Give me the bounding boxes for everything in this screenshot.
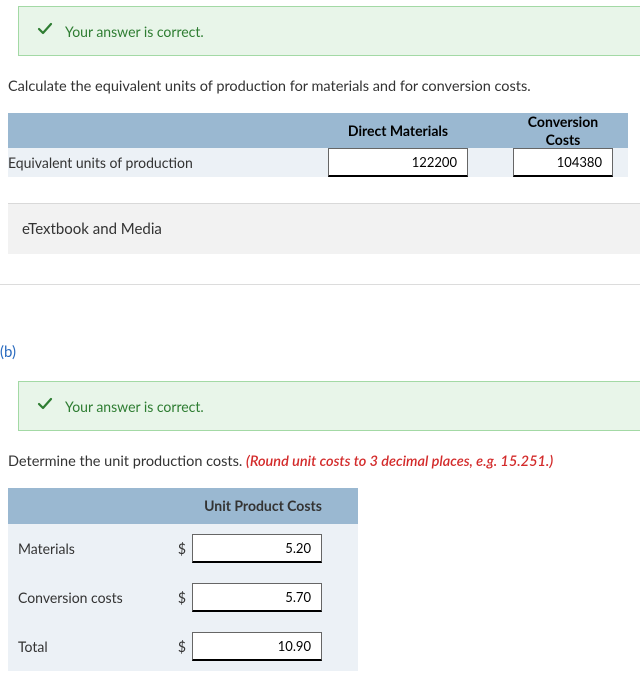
row-label-materials: Materials (8, 524, 168, 573)
etextbook-media-link[interactable]: eTextbook and Media (8, 203, 640, 254)
th-direct-materials: Direct Materials (298, 113, 498, 148)
cell-conversion: 5.70 (192, 573, 358, 622)
currency-symbol: $ (168, 573, 192, 622)
part-b-label: (b) (0, 343, 640, 361)
row-label-total: Total (8, 622, 168, 671)
input-conversion-cost[interactable]: 5.70 (192, 583, 322, 612)
check-icon (37, 396, 53, 416)
instruction-1: Calculate the equivalent units of produc… (8, 78, 640, 95)
unit-product-costs-table: Unit Product Costs Materials $ 5.20 Conv… (8, 488, 358, 671)
correct-message: Your answer is correct. (65, 23, 204, 40)
instruction-2-text: Determine the unit production costs. (8, 453, 246, 470)
input-total-cost[interactable]: 10.90 (192, 632, 322, 661)
cell-direct-materials: 122200 (298, 148, 498, 177)
input-direct-materials[interactable]: 122200 (328, 148, 468, 177)
check-icon (37, 21, 53, 41)
instruction-2: Determine the unit production costs. (Ro… (8, 453, 640, 470)
cell-materials: 5.20 (192, 524, 358, 573)
row-label: Equivalent units of production (8, 148, 298, 177)
table-row: Materials $ 5.20 (8, 524, 358, 573)
t2-th-blank (8, 488, 168, 524)
table-row: Conversion costs $ 5.70 (8, 573, 358, 622)
th-conversion-costs: ConversionCosts (498, 113, 628, 148)
cell-conversion-costs: 104380 (498, 148, 628, 177)
cell-total: 10.90 (192, 622, 358, 671)
row-label-conversion: Conversion costs (8, 573, 168, 622)
equivalent-units-table: Direct Materials ConversionCosts Equival… (8, 113, 628, 177)
currency-symbol: $ (168, 622, 192, 671)
th-blank (8, 113, 298, 148)
currency-symbol: $ (168, 524, 192, 573)
correct-message: Your answer is correct. (65, 398, 204, 415)
table-row: Equivalent units of production 122200 10… (8, 148, 628, 177)
correct-banner-2: Your answer is correct. (18, 381, 640, 431)
rounding-note: (Round unit costs to 3 decimal places, e… (246, 453, 553, 470)
table-row: Total $ 10.90 (8, 622, 358, 671)
input-materials-cost[interactable]: 5.20 (192, 534, 322, 563)
input-conversion-costs[interactable]: 104380 (513, 148, 613, 177)
correct-banner-1: Your answer is correct. (18, 6, 640, 56)
t2-header: Unit Product Costs (168, 488, 358, 524)
divider (0, 284, 640, 285)
